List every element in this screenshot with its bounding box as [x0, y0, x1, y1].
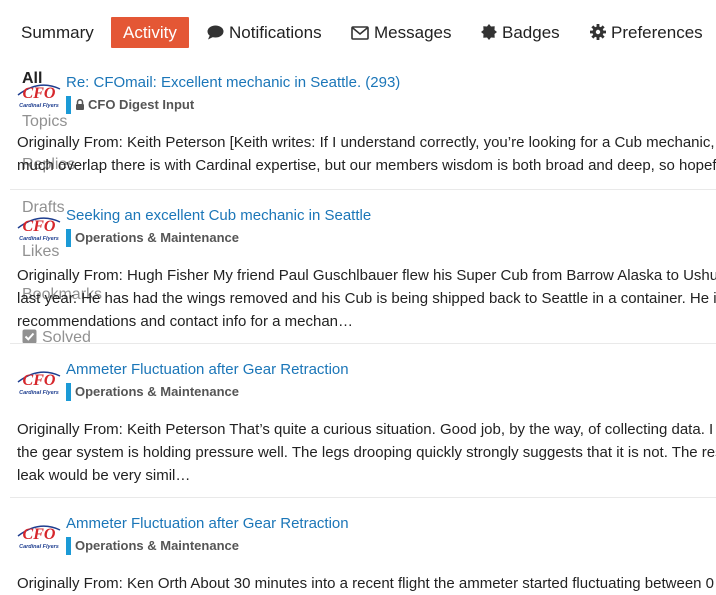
- topic-title-link[interactable]: Ammeter Fluctuation after Gear Retractio…: [66, 361, 349, 378]
- stream-item: CFO Cardinal Flyers Re: CFOmail: Excelle…: [10, 70, 716, 188]
- lock-icon: [76, 98, 84, 110]
- logo-text-bottom: Cardinal Flyers: [19, 236, 59, 242]
- excerpt-line: Originally From: Keith Peterson [Keith w…: [17, 134, 716, 151]
- post-excerpt: Originally From: Hugh Fisher My friend P…: [17, 264, 716, 333]
- stream-item: CFO Cardinal Flyers Ammeter Fluctuation …: [10, 357, 716, 495]
- excerpt-line: the gear system is holding pressure well…: [17, 444, 716, 461]
- category-name: Operations & Maintenance: [75, 538, 239, 553]
- logo-text-top: CFO: [23, 372, 56, 389]
- topic-title-link[interactable]: Re: CFOmail: Excellent mechanic in Seatt…: [66, 74, 400, 91]
- category-name: CFO Digest Input: [88, 97, 195, 112]
- cfo-logo-avatar[interactable]: CFO Cardinal Flyers: [17, 212, 61, 242]
- excerpt-line: much overlap there is with Cardinal expe…: [17, 157, 716, 174]
- excerpt-line: recommendations and contact info for a m…: [17, 313, 354, 330]
- post-excerpt: Originally From: Keith Peterson That’s q…: [17, 418, 716, 487]
- excerpt-line: leak would be very simil…: [17, 467, 191, 484]
- item-divider: [10, 343, 716, 344]
- category-badge[interactable]: Operations & Maintenance: [66, 229, 239, 247]
- category-name: Operations & Maintenance: [75, 230, 239, 245]
- excerpt-line: Originally From: Hugh Fisher My friend P…: [17, 267, 716, 284]
- topic-title-link[interactable]: Seeking an excellent Cub mechanic in Sea…: [66, 207, 371, 224]
- category-badge[interactable]: Operations & Maintenance: [66, 383, 239, 401]
- post-excerpt: Originally From: Keith Peterson [Keith w…: [17, 131, 716, 177]
- topic-title-link[interactable]: Ammeter Fluctuation after Gear Retractio…: [66, 515, 349, 532]
- excerpt-line: last year. He has had the wings removed …: [17, 290, 716, 307]
- logo-text-top: CFO: [23, 85, 56, 102]
- category-badge[interactable]: Operations & Maintenance: [66, 537, 239, 555]
- cfo-logo-avatar[interactable]: CFO Cardinal Flyers: [17, 520, 61, 550]
- excerpt-line: Originally From: Keith Peterson That’s q…: [17, 421, 714, 438]
- activity-stream: CFO Cardinal Flyers Re: CFOmail: Excelle…: [0, 0, 716, 594]
- category-badge[interactable]: CFO Digest Input: [66, 96, 194, 114]
- logo-text-top: CFO: [23, 526, 56, 543]
- item-divider: [10, 189, 716, 190]
- cfo-logo-avatar[interactable]: CFO Cardinal Flyers: [17, 366, 61, 396]
- logo-text-bottom: Cardinal Flyers: [19, 390, 59, 396]
- category-name: Operations & Maintenance: [75, 384, 239, 399]
- stream-item: CFO Cardinal Flyers Seeking an excellent…: [10, 203, 716, 341]
- post-excerpt: Originally From: Ken Orth About 30 minut…: [17, 572, 716, 595]
- item-divider: [10, 497, 716, 498]
- stream-item: CFO Cardinal Flyers Ammeter Fluctuation …: [10, 511, 716, 594]
- logo-text-bottom: Cardinal Flyers: [19, 103, 59, 109]
- cfo-logo-avatar[interactable]: CFO Cardinal Flyers: [17, 79, 61, 109]
- logo-text-top: CFO: [23, 218, 56, 235]
- excerpt-line: Originally From: Ken Orth About 30 minut…: [17, 575, 716, 592]
- logo-text-bottom: Cardinal Flyers: [19, 544, 59, 550]
